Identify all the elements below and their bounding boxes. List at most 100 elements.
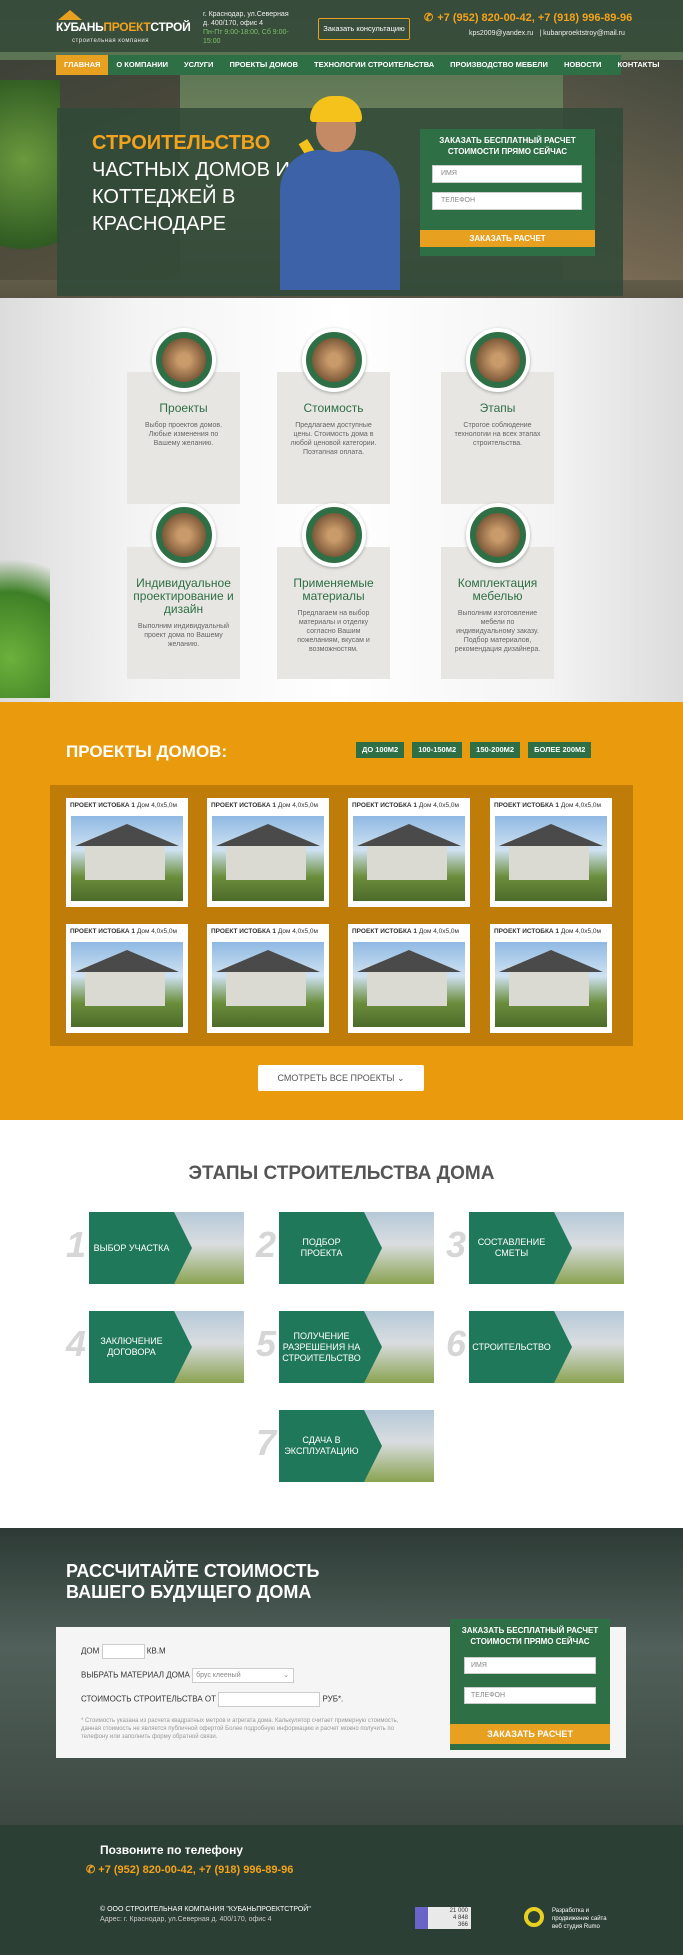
nav-item-news[interactable]: Новости bbox=[556, 55, 610, 75]
stage-item[interactable]: 2 ПОДБОР ПРОЕКТА bbox=[256, 1212, 434, 1284]
hard-hat-icon bbox=[310, 96, 362, 122]
visit-counter[interactable]: 21 000 4 848 366 bbox=[415, 1907, 471, 1929]
footer: Позвоните по телефону ✆ +7 (952) 820-00-… bbox=[0, 1825, 683, 1955]
address-line-1: г. Краснодар, ул.Северная bbox=[203, 11, 289, 18]
project-card[interactable]: ПРОЕКТ ИСТОБКА 1 Дом 4,0x5,0м bbox=[207, 924, 329, 1033]
nav-item-contacts[interactable]: Контакты bbox=[609, 55, 667, 75]
stage-label: СТРОИТЕЛЬСТВО bbox=[469, 1311, 554, 1383]
project-name: ПРОЕКТ ИСТОБКА 1 bbox=[70, 802, 136, 809]
logo[interactable]: КУБАНЬПРОЕКТСТРОЙ строительная компания bbox=[56, 10, 191, 48]
area-input[interactable] bbox=[101, 1644, 145, 1659]
stage-arrow bbox=[174, 1311, 192, 1383]
cost-label: СТОИМОСТЬ СТРОИТЕЛЬСТВА ОТ bbox=[81, 1694, 216, 1704]
project-name: ПРОЕКТ ИСТОБКА 1 bbox=[352, 928, 418, 935]
header-phones[interactable]: ✆ +7 (952) 820-00-42, +7 (918) 996-89-96 bbox=[424, 11, 632, 24]
hero-submit-button[interactable]: ЗАКАЗАТЬ РАСЧЕТ bbox=[420, 230, 595, 247]
logo-text: КУБАНЬПРОЕКТСТРОЙ bbox=[56, 20, 191, 34]
project-name: ПРОЕКТ ИСТОБКА 1 bbox=[494, 928, 560, 935]
area-row: ДОМ КВ.М bbox=[81, 1644, 166, 1659]
area-unit: КВ.М bbox=[146, 1646, 166, 1656]
nav-item-about[interactable]: О компании bbox=[108, 55, 176, 75]
stage-arrow bbox=[364, 1410, 382, 1482]
filter-under-100[interactable]: ДО 100М2 bbox=[356, 742, 405, 758]
house-roof bbox=[216, 950, 320, 972]
calc-order-form: ЗАКАЗАТЬ БЕСПЛАТНЫЙ РАСЧЕТ СТОИМОСТИ ПРЯ… bbox=[450, 1619, 610, 1750]
project-card[interactable]: ПРОЕКТ ИСТОБКА 1 Дом 4,0x5,0м bbox=[348, 924, 470, 1033]
page: КУБАНЬПРОЕКТСТРОЙ строительная компания … bbox=[0, 0, 683, 1955]
house-roof bbox=[357, 824, 461, 846]
project-card-title: ПРОЕКТ ИСТОБКА 1 Дом 4,0x5,0м bbox=[66, 798, 188, 809]
calculator-title-line-2: ВАШЕГО БУДУЩЕГО ДОМА bbox=[66, 1582, 312, 1602]
stage-number: 5 bbox=[256, 1323, 277, 1364]
phone-icon: ✆ bbox=[86, 1864, 96, 1876]
house-wall bbox=[85, 966, 165, 1006]
project-card[interactable]: ПРОЕКТ ИСТОБКА 1 Дом 4,0x5,0м bbox=[490, 798, 612, 907]
project-card[interactable]: ПРОЕКТ ИСТОБКА 1 Дом 4,0x5,0м bbox=[66, 798, 188, 907]
email-link-2[interactable]: kubanproektstroy@mail.ru bbox=[543, 30, 625, 37]
project-card[interactable]: ПРОЕКТ ИСТОБКА 1 Дом 4,0x5,0м bbox=[490, 924, 612, 1033]
header-address: г. Краснодар, ул.Северная д. 400/170, оф… bbox=[203, 10, 298, 46]
stage-item[interactable]: 5 ПОЛУЧЕНИЕ РАЗРЕШЕНИЯ НА СТРОИТЕЛЬСТВО bbox=[256, 1311, 434, 1383]
project-card[interactable]: ПРОЕКТ ИСТОБКА 1 Дом 4,0x5,0м bbox=[207, 798, 329, 907]
stage-label: СДАЧА В ЭКСПЛУАТАЦИЮ bbox=[279, 1410, 364, 1482]
nav-item-home[interactable]: Главная bbox=[56, 55, 109, 75]
all-projects-label: СМОТРЕТЬ ВСЕ ПРОЕКТЫ bbox=[277, 1073, 395, 1083]
footer-phones[interactable]: ✆ +7 (952) 820-00-42, +7 (918) 996-89-96 bbox=[86, 1863, 293, 1876]
stage-item[interactable]: 3 СОСТАВЛЕНИЕ СМЕТЫ bbox=[446, 1212, 624, 1284]
nav-item-projects[interactable]: Проекты домов bbox=[221, 55, 306, 75]
house-roof bbox=[75, 950, 179, 972]
calc-name-field[interactable]: имя bbox=[464, 1657, 596, 1674]
project-card[interactable]: ПРОЕКТ ИСТОБКА 1 Дом 4,0x5,0м bbox=[348, 798, 470, 907]
stage-label: ПОЛУЧЕНИЕ РАЗРЕШЕНИЯ НА СТРОИТЕЛЬСТВО bbox=[279, 1311, 364, 1383]
filter-over-200[interactable]: БОЛЕЕ 200М2 bbox=[528, 742, 592, 758]
material-value: брус клееный bbox=[196, 1672, 241, 1679]
project-image bbox=[212, 942, 324, 1027]
material-label: ВЫБРАТЬ МАТЕРИАЛ ДОМА bbox=[81, 1670, 190, 1680]
stage-item[interactable]: 7 СДАЧА В ЭКСПЛУАТАЦИЮ bbox=[256, 1410, 434, 1482]
project-image bbox=[495, 942, 607, 1027]
developer-credit[interactable]: Разработка и продвижение сайта веб студи… bbox=[522, 1907, 612, 1931]
stage-item[interactable]: 1 ВЫБОР УЧАСТКА bbox=[66, 1212, 244, 1284]
nav-item-services[interactable]: Услуги bbox=[176, 55, 221, 75]
calc-submit-button[interactable]: ЗАКАЗАТЬ РАСЧЕТ bbox=[450, 1724, 610, 1744]
stage-number: 1 bbox=[66, 1224, 87, 1265]
stage-item[interactable]: 6 СТРОИТЕЛЬСТВО bbox=[446, 1311, 624, 1383]
project-image bbox=[212, 816, 324, 901]
projects-picture bbox=[162, 338, 206, 382]
furniture-icon bbox=[466, 503, 530, 567]
filter-150-200[interactable]: 150-200М2 bbox=[470, 742, 521, 758]
stage-arrow bbox=[554, 1212, 572, 1284]
stage-item[interactable]: 4 ЗАКЛЮЧЕНИЕ ДОГОВОРА bbox=[66, 1311, 244, 1383]
footer-phones-text: +7 (952) 820-00-42, +7 (918) 996-89-96 bbox=[98, 1864, 294, 1876]
house-roof bbox=[499, 824, 603, 846]
project-image bbox=[353, 942, 465, 1027]
project-card-title: ПРОЕКТ ИСТОБКА 1 Дом 4,0x5,0м bbox=[348, 798, 470, 809]
feature-title: Индивидуальное проектирование и дизайн bbox=[133, 576, 234, 616]
project-size: Дом 4,0x5,0м bbox=[277, 928, 319, 935]
stages-title: ЭТАПЫ СТРОИТЕЛЬСТВА ДОМА bbox=[188, 1163, 495, 1184]
project-name: ПРОЕКТ ИСТОБКА 1 bbox=[352, 802, 418, 809]
material-select[interactable]: брус клееный ⌄ bbox=[192, 1668, 295, 1683]
email-link-1[interactable]: kps2009@yandex.ru bbox=[469, 30, 533, 37]
counter-logo-icon bbox=[415, 1907, 428, 1929]
cost-icon bbox=[302, 328, 366, 392]
cost-row: СТОИМОСТЬ СТРОИТЕЛЬСТВА ОТ РУБ*. bbox=[81, 1692, 343, 1707]
stage-label: ВЫБОР УЧАСТКА bbox=[89, 1212, 174, 1284]
consult-button[interactable]: Заказать консультацию bbox=[318, 18, 410, 40]
projects-section: ПРОЕКТЫ ДОМОВ: ДО 100М2 100-150М2 150-20… bbox=[0, 702, 683, 1120]
all-projects-button[interactable]: СМОТРЕТЬ ВСЕ ПРОЕКТЫ ⌄ bbox=[258, 1065, 424, 1091]
calculator-title-line-1: РАССЧИТАЙТЕ СТОИМОСТЬ bbox=[66, 1561, 320, 1581]
filter-100-150[interactable]: 100-150М2 bbox=[412, 742, 463, 758]
nav-item-furniture[interactable]: Производство мебели bbox=[442, 55, 556, 75]
project-card-title: ПРОЕКТ ИСТОБКА 1 Дом 4,0x5,0м bbox=[207, 798, 329, 809]
project-card[interactable]: ПРОЕКТ ИСТОБКА 1 Дом 4,0x5,0м bbox=[66, 924, 188, 1033]
stage-label: СОСТАВЛЕНИЕ СМЕТЫ bbox=[469, 1212, 554, 1284]
nav-item-technology[interactable]: Технологии строительства bbox=[306, 55, 442, 75]
stage-number: 7 bbox=[256, 1422, 277, 1463]
house-roof bbox=[357, 950, 461, 972]
project-name: ПРОЕКТ ИСТОБКА 1 bbox=[70, 928, 136, 935]
materials-picture bbox=[312, 513, 356, 557]
hero-phone-field[interactable]: телефон bbox=[432, 192, 582, 210]
hero-name-field[interactable]: имя bbox=[432, 165, 582, 183]
calc-phone-field[interactable]: телефон bbox=[464, 1687, 596, 1704]
